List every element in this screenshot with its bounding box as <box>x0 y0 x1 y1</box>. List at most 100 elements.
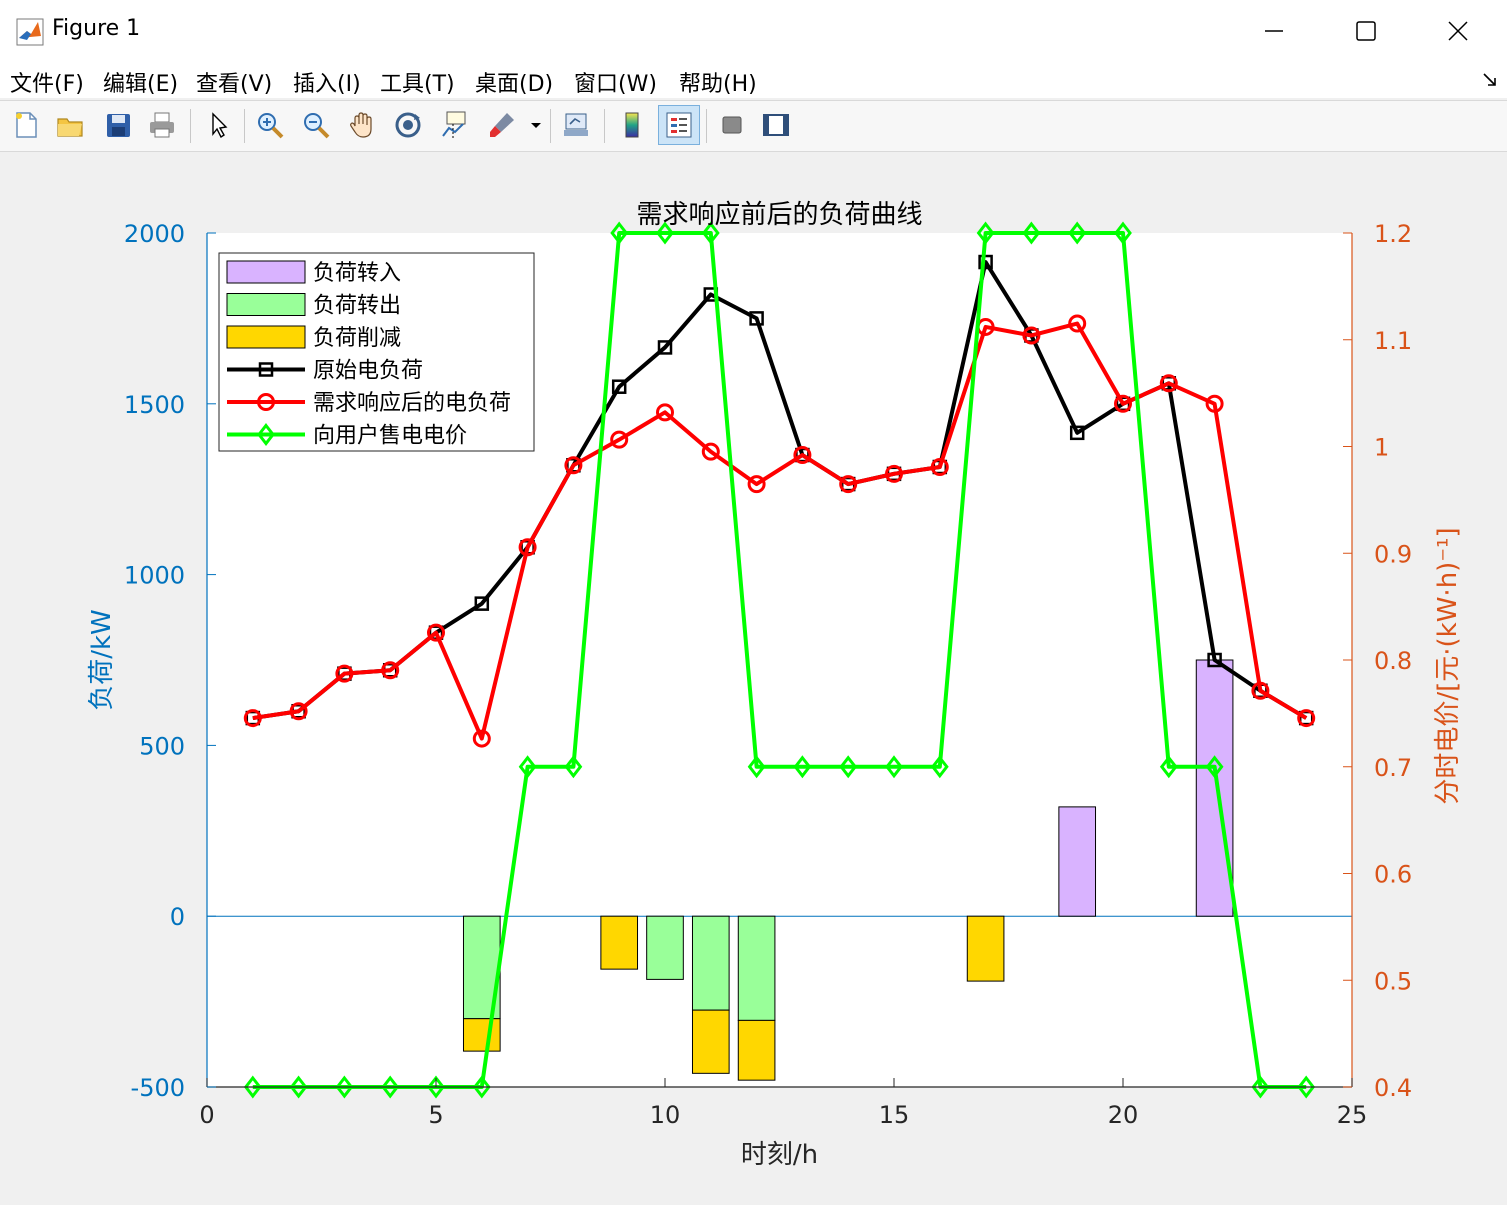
close-icon <box>1448 21 1468 41</box>
open-button[interactable] <box>52 107 88 143</box>
hide-plot-tools-icon <box>722 116 742 134</box>
zoom-out-icon <box>304 113 330 139</box>
y-right-tick-label: 1 <box>1374 434 1389 462</box>
x-tick-label: 5 <box>428 1101 443 1129</box>
legend-label: 需求响应后的电负荷 <box>313 391 511 416</box>
y-left-tick-label: 0 <box>170 903 185 931</box>
legend-swatch <box>226 325 306 349</box>
menu-file[interactable]: 文件(F) <box>10 66 84 98</box>
legend-label: 向用户售电电价 <box>313 424 467 449</box>
matlab-icon <box>16 18 44 46</box>
zoom-in-button[interactable] <box>252 107 288 143</box>
bar-curtail <box>966 915 1005 982</box>
brush-icon <box>490 113 514 137</box>
plot: 0 5 10 15 20 25 -500 0 500 1000 1500 2000 0.4 0.5 0.6 0… <box>87 200 1463 1170</box>
open-folder-icon <box>57 118 83 137</box>
maximize-button[interactable] <box>1320 0 1412 62</box>
pan-button[interactable] <box>344 107 380 143</box>
dropdown-arrow-icon <box>531 123 541 128</box>
y-right-axis-label: 分时电价/[元·(kW·h)⁻¹] <box>1433 527 1463 804</box>
toolbar-separator <box>706 109 707 143</box>
show-plot-tools-icon <box>763 114 789 136</box>
link-plot-button[interactable] <box>558 107 594 143</box>
toolbar-separator <box>604 109 605 143</box>
legend-button[interactable] <box>658 105 700 145</box>
menu-bar: 文件(F) 编辑(E) 查看(V) 插入(I) 工具(T) 桌面(D) 窗口(W… <box>0 62 1507 98</box>
figure-canvas: 0 5 10 15 20 25 -500 0 500 1000 1500 2000 0.4 0.5 0.6 0… <box>0 152 1507 1205</box>
print-icon <box>150 112 174 138</box>
bar-curtail <box>737 1019 776 1081</box>
figure-toolbar <box>0 100 1507 152</box>
legend-swatch <box>226 293 306 316</box>
y-right-tick-label: 0.7 <box>1374 754 1412 782</box>
print-button[interactable] <box>144 107 180 143</box>
x-tick-label: 0 <box>199 1101 214 1129</box>
dock-arrow-icon[interactable] <box>1482 72 1498 88</box>
bar-shift-out <box>646 915 684 980</box>
toolbar-separator <box>190 109 191 143</box>
menu-help[interactable]: 帮助(H) <box>679 66 757 98</box>
bar-shift-out <box>691 915 730 1011</box>
close-button[interactable] <box>1412 0 1504 62</box>
new-file-button[interactable] <box>8 107 44 143</box>
save-icon <box>107 114 130 137</box>
zoom-in-icon <box>258 113 284 139</box>
y-left-tick-label: -500 <box>131 1074 185 1102</box>
pointer-icon <box>212 112 228 139</box>
toolbar-separator <box>550 109 551 143</box>
y-left-tick-label: 2000 <box>124 220 185 248</box>
save-button[interactable] <box>100 107 136 143</box>
x-tick-label: 15 <box>879 1101 910 1129</box>
bar-shift-in <box>1195 659 1234 917</box>
legend-swatch <box>226 260 306 284</box>
show-plot-tools-button[interactable] <box>758 107 794 143</box>
menu-edit[interactable]: 编辑(E) <box>103 66 178 98</box>
edit-plot-button[interactable] <box>200 107 236 143</box>
title-bar: Figure 1 <box>0 0 1507 62</box>
y-right-tick-label: 0.8 <box>1374 647 1412 675</box>
colorbar-button[interactable] <box>614 107 650 143</box>
toolbar-separator <box>244 109 245 143</box>
window-title: Figure 1 <box>52 16 141 41</box>
legend-label: 负荷削减 <box>313 326 401 351</box>
brush-dropdown[interactable] <box>526 107 546 143</box>
y-left-tick-label: 1500 <box>124 391 185 419</box>
y-left-axis-label: 负荷/kW <box>87 609 117 711</box>
data-cursor-button[interactable] <box>436 107 472 143</box>
bar-curtail <box>600 915 639 970</box>
x-tick-label: 25 <box>1337 1101 1368 1129</box>
legend-label: 原始电负荷 <box>313 359 423 384</box>
minimize-icon <box>1265 30 1283 32</box>
hide-plot-tools-button[interactable] <box>714 107 750 143</box>
menu-view[interactable]: 查看(V) <box>196 66 272 98</box>
maximize-icon <box>1356 21 1376 41</box>
bar-shift-out <box>737 915 776 1021</box>
bar-curtail <box>691 1009 730 1074</box>
y-right-tick-label: 0.9 <box>1374 540 1412 568</box>
y-right-tick-label: 0.6 <box>1374 861 1412 889</box>
menu-desktop[interactable]: 桌面(D) <box>475 66 553 98</box>
menu-window[interactable]: 窗口(W) <box>574 66 657 98</box>
menu-tools[interactable]: 工具(T) <box>380 66 455 98</box>
bar-shift-in <box>1058 806 1097 917</box>
legend-label: 负荷转出 <box>313 294 401 319</box>
y-right-tick-label: 0.5 <box>1374 967 1412 995</box>
zoom-out-button[interactable] <box>298 107 334 143</box>
x-tick-label: 10 <box>650 1101 681 1129</box>
rotate-button[interactable] <box>390 107 426 143</box>
y-left-tick-label: 500 <box>139 732 185 760</box>
minimize-button[interactable] <box>1228 0 1320 62</box>
data-cursor-icon <box>442 111 466 138</box>
link-plot-icon <box>564 113 588 136</box>
bar-curtail <box>462 1018 501 1052</box>
brush-button[interactable] <box>484 107 520 143</box>
legend-label: 负荷转入 <box>313 261 401 286</box>
new-file-icon <box>16 112 37 138</box>
y-right-tick-label: 1.1 <box>1374 327 1412 355</box>
pan-hand-icon <box>350 112 372 138</box>
menu-insert[interactable]: 插入(I) <box>293 66 361 98</box>
rotate-3d-icon <box>395 112 421 138</box>
y-left-tick-label: 1000 <box>124 562 185 590</box>
legend-icon <box>666 112 692 138</box>
colorbar-icon <box>625 112 639 138</box>
